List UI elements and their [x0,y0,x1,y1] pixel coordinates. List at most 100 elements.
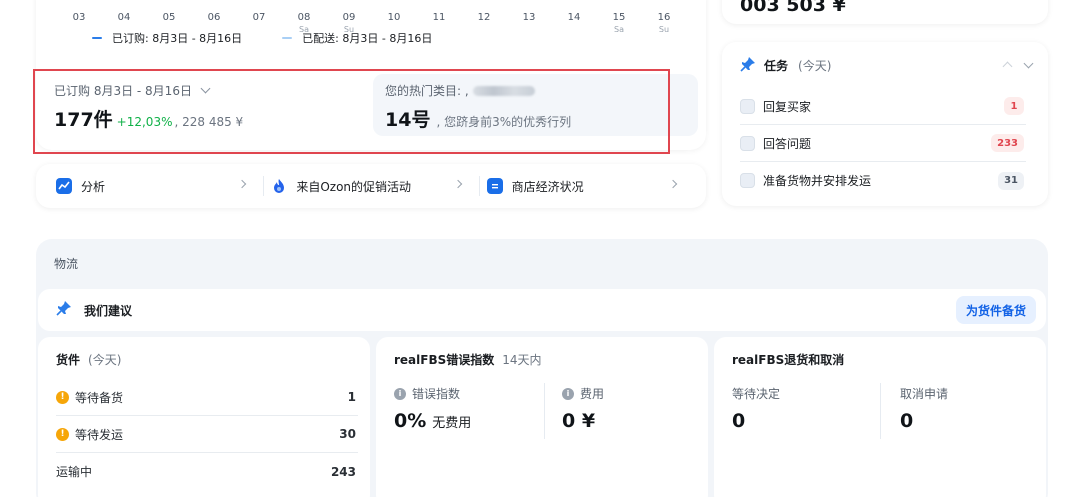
link-promotions-label: 来自Ozon的促销活动 [296,179,412,194]
cancel-requests-value-row: 0 [900,410,948,432]
x-tick-label: 10 [387,12,401,23]
cancel-requests-metric: 取消申请 0 [900,385,948,432]
fee-value: 0 ¥ [562,410,596,432]
x-tick-weekday: Sa [614,25,624,34]
info-icon[interactable]: i [562,387,574,400]
task-count-badge: 1 [1004,97,1024,115]
awaiting-decision-metric: 等待决定 0 [732,385,780,432]
warning-icon: ! [56,390,69,404]
tasks-subtitle: (今天) [798,59,832,73]
shipments-title-row: 货件 (今天) [56,351,121,368]
category-stat-label-row: 您的热门类目: , [385,82,686,99]
error-index-note: 无费用 [432,416,472,431]
category-stat: 您的热门类目: , 14号 , 您跻身前3%的优秀行列 [373,74,698,136]
category-desc: , 您跻身前3%的优秀行列 [436,115,572,129]
tasks-header: 任务 (今天) [740,56,831,75]
ordered-stat-label-row[interactable]: 已订购 8月3日 - 8月16日 [54,82,355,99]
task-checkbox[interactable] [740,98,755,114]
chevron-down-icon[interactable] [200,83,211,94]
shipments-subtitle: (今天) [88,353,122,367]
legend-swatch-delivered [282,37,293,39]
cancel-requests-label: 取消申请 [900,387,949,401]
error-index-metric: i 错误指数 0% 无费用 [394,385,471,432]
ordered-count: 177件 [54,109,113,131]
x-tick-label: 05 [162,12,176,23]
task-checkbox[interactable] [740,173,755,188]
legend-item-delivered[interactable]: 已配送: 8月3日 - 8月16日 [282,30,432,46]
shipment-row-label: 等待发运 [75,427,124,442]
chevron-right-icon [453,179,462,189]
dashboard-page: 03 04 05 06 07 08 Sa 09 Su 10 11 12 13 14 15 Sa 16 Su 已订购… [0,0,1080,497]
error-index-subtitle: 14天内 [502,353,542,367]
balance-value: 003 503 ¥ [740,0,846,16]
task-row[interactable]: 准备货物并安排发运 31 [740,162,1026,199]
chevron-right-icon [238,179,247,189]
returns-title-row: realFBS退货和取消 [732,351,844,368]
prepare-shipment-button[interactable]: 为货件备货 [955,296,1036,324]
shipment-row[interactable]: ! 等待备货 1 [56,379,358,416]
shipment-row[interactable]: 运输中 243 [56,453,358,490]
ordered-stat-label: 已订购 8月3日 - 8月16日 [54,84,192,98]
error-index-value-row: 0% 无费用 [394,410,471,432]
task-row[interactable]: 回复买家 1 [740,88,1026,125]
x-tick-label: 09 [342,12,356,23]
link-store-finance[interactable]: 商店经济状况 [478,164,694,208]
chevron-right-icon [668,179,678,189]
logistics-section: 物流 我们建议 为货件备货 货件 (今天) ! 等待备货 1 ! 等待发运 30 [36,239,1048,497]
awaiting-decision-label: 等待决定 [732,387,781,401]
divider [880,383,881,439]
error-index-label: 错误指数 [412,387,461,401]
x-tick-label: 14 [567,12,581,23]
ordered-stat[interactable]: 已订购 8月3日 - 8月16日 177件 +12,03% , 228 485 … [42,74,367,136]
shipment-row-count: 243 [330,464,356,479]
returns-panel: realFBS退货和取消 等待决定 0 取消申请 0 [714,337,1046,497]
x-tick-label: 12 [477,12,491,23]
legend-item-ordered[interactable]: 已订购: 8月3日 - 8月16日 [92,30,242,46]
tasks-card: 任务 (今天) 回复买家 1 回答问题 233 准备货物并安排发运 31 [722,42,1048,206]
x-tick-label: 15 [612,12,626,23]
suggestions-bar: 我们建议 为货件备货 [38,289,1046,331]
ordered-amount: , 228 485 ¥ [174,115,244,129]
category-stat-label: 您的热门类目: , [385,84,469,98]
error-index-title-row: realFBS错误指数 14天内 [394,351,542,368]
chevron-up-icon[interactable] [1002,61,1013,72]
pin-icon [56,300,72,320]
x-tick-label: 03 [72,12,86,23]
document-icon [486,178,503,194]
task-checkbox[interactable] [740,135,755,151]
fee-label-row: i 费用 [562,385,604,402]
task-count-badge: 31 [998,171,1024,190]
divider [544,383,545,439]
x-tick-weekday: Su [658,25,670,34]
task-count-badge: 233 [991,134,1024,152]
logistics-title: 物流 [54,257,79,271]
tasks-title: 任务 [764,59,789,73]
fee-value-row: 0 ¥ [562,410,604,432]
shipments-panel: 货件 (今天) ! 等待备货 1 ! 等待发运 30 运输中 243 [38,337,370,497]
tasks-controls [990,58,1034,72]
x-tick-label: 16 [657,12,671,23]
x-tick-label: 08 [297,12,311,23]
chevron-down-icon[interactable] [1023,58,1034,69]
quick-links: 分析 来自Ozon的促销活动 商店经济状况 [36,164,706,208]
shipment-row[interactable]: ! 等待发运 30 [56,416,358,453]
task-label: 准备货物并安排发运 [763,174,872,188]
cancel-requests-value: 0 [900,410,914,432]
legend-label-ordered: 已订购: 8月3日 - 8月16日 [112,32,243,45]
task-label: 回答问题 [763,136,812,151]
error-index-label-row: i 错误指数 [394,385,471,402]
x-tick-label: 06 [207,12,221,23]
info-icon[interactable]: i [394,387,406,400]
shipment-row-count: 1 [347,390,356,404]
balance-card: 003 503 ¥ [722,0,1048,24]
x-tick-label: 04 [117,12,131,23]
legend-swatch-ordered [92,37,102,39]
x-tick-label: 13 [522,12,536,23]
shipments-title: 货件 [56,353,81,367]
shipment-row-count: 30 [339,427,356,441]
link-analytics[interactable]: 分析 [48,164,263,208]
link-promotions[interactable]: 来自Ozon的促销活动 [263,164,478,208]
ordered-stat-values: 177件 +12,03% , 228 485 ¥ [54,105,355,132]
task-row[interactable]: 回答问题 233 [740,125,1026,162]
awaiting-decision-value: 0 [732,410,746,432]
